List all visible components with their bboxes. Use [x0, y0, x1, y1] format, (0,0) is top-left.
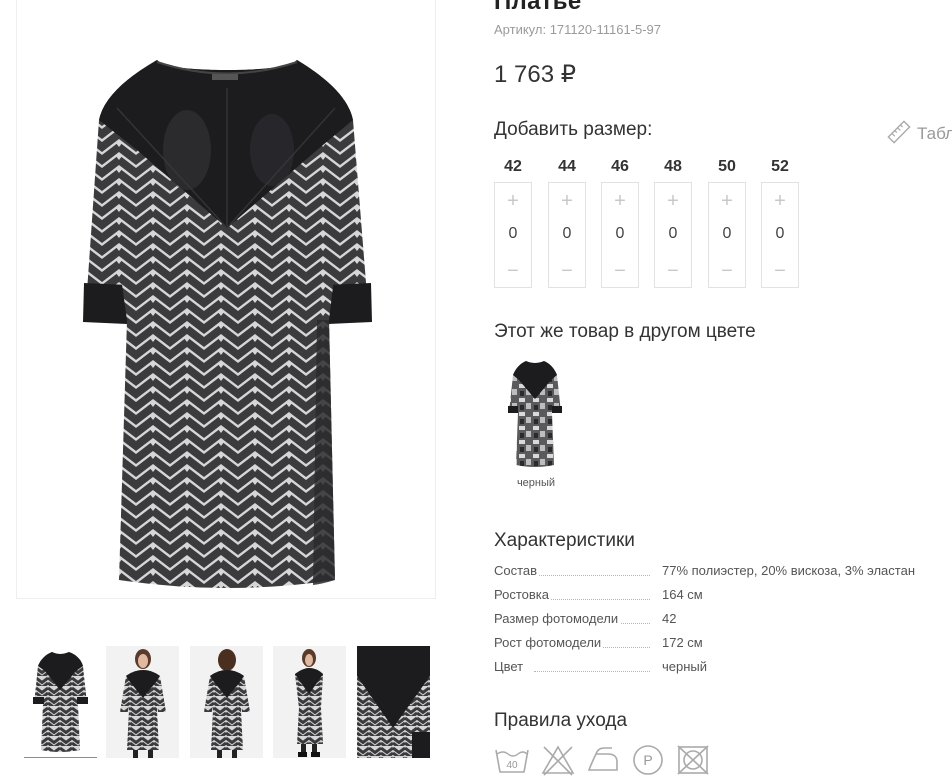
wash-temp: 40: [506, 760, 518, 771]
size-column: 42 + 0 −: [494, 156, 532, 288]
decrement-button[interactable]: −: [495, 261, 531, 281]
thumb-model-front[interactable]: [106, 646, 179, 758]
increment-button[interactable]: +: [709, 191, 745, 211]
color-variant-black[interactable]: черный: [500, 355, 572, 489]
size-column: 44 + 0 −: [548, 156, 586, 288]
color-variant-image: [508, 361, 562, 467]
active-thumb-indicator: [24, 757, 97, 758]
decrement-button[interactable]: −: [762, 261, 798, 281]
size-label: 48: [664, 158, 682, 175]
size-column: 46 + 0 −: [601, 156, 639, 288]
no-tumble-dry-icon: [676, 744, 710, 781]
quantity-value[interactable]: 0: [762, 224, 798, 244]
quantity-stepper: + 0 −: [761, 182, 799, 288]
size-table-label: Табл: [917, 123, 952, 143]
leader-dots: [534, 599, 650, 600]
quantity-value[interactable]: 0: [549, 224, 585, 244]
wash-40-icon: 40: [494, 744, 530, 781]
size-table-link[interactable]: Табл: [887, 120, 952, 149]
product-price: 1 763 ₽: [494, 61, 576, 88]
quantity-value[interactable]: 0: [602, 224, 638, 244]
thumb-model-back[interactable]: [190, 646, 263, 758]
sku-label: Артикул:: [494, 22, 547, 37]
product-sku: Артикул: 171120-11161-5-97: [494, 22, 661, 37]
characteristic-value: 77% полиэстер, 20% вискоза, 3% эластан: [662, 563, 915, 578]
characteristic-key: Цвет: [494, 659, 526, 674]
increment-button[interactable]: +: [549, 191, 585, 211]
other-colors-title: Этот же товар в другом цвете: [494, 321, 756, 342]
characteristic-row: Цвет черный: [494, 659, 944, 683]
care-title: Правила ухода: [494, 710, 628, 731]
quantity-stepper: + 0 −: [708, 182, 746, 288]
size-label: 52: [771, 158, 789, 175]
characteristic-row: Рост фотомодели 172 см: [494, 635, 944, 659]
characteristic-key: Состав: [494, 563, 540, 578]
decrement-button[interactable]: −: [549, 261, 585, 281]
leader-dots: [534, 671, 650, 672]
characteristic-key: Ростовка: [494, 587, 551, 602]
quantity-value[interactable]: 0: [495, 224, 531, 244]
increment-button[interactable]: +: [655, 191, 691, 211]
decrement-button[interactable]: −: [655, 261, 691, 281]
increment-button[interactable]: +: [762, 191, 798, 211]
decrement-button[interactable]: −: [709, 261, 745, 281]
size-label: 42: [504, 158, 522, 175]
main-product-image[interactable]: [16, 0, 436, 599]
quantity-stepper: + 0 −: [654, 182, 692, 288]
size-column: 52 + 0 −: [761, 156, 799, 288]
leader-dots: [534, 575, 650, 576]
characteristics-title: Характеристики: [494, 530, 635, 551]
dryclean-letter: P: [643, 752, 652, 768]
dry-clean-p-icon: P: [632, 744, 664, 781]
size-column: 48 + 0 −: [654, 156, 692, 288]
thumb-model-side[interactable]: [273, 646, 346, 758]
characteristic-key: Рост фотомодели: [494, 635, 604, 650]
quantity-value[interactable]: 0: [655, 224, 691, 244]
quantity-stepper: + 0 −: [548, 182, 586, 288]
characteristic-value: черный: [662, 659, 708, 674]
characteristic-key: Размер фотомодели: [494, 611, 621, 626]
add-size-title: Добавить размер:: [494, 119, 653, 140]
characteristics-list: Состав 77% полиэстер, 20% вискоза, 3% эл…: [494, 563, 944, 683]
thumb-dress-detail[interactable]: [357, 646, 430, 758]
increment-button[interactable]: +: [495, 191, 531, 211]
ruler-icon: [887, 120, 911, 149]
characteristic-value: 172 см: [662, 635, 703, 650]
quantity-stepper: + 0 −: [601, 182, 639, 288]
quantity-stepper: + 0 −: [494, 182, 532, 288]
size-label: 46: [611, 158, 629, 175]
characteristic-row: Состав 77% полиэстер, 20% вискоза, 3% эл…: [494, 563, 944, 587]
characteristic-row: Ростовка 164 см: [494, 587, 944, 611]
no-bleach-icon: [541, 744, 575, 781]
color-variant-name: черный: [516, 477, 556, 489]
characteristic-row: Размер фотомодели 42: [494, 611, 944, 635]
size-label: 44: [558, 158, 576, 175]
size-column: 50 + 0 −: [708, 156, 746, 288]
decrement-button[interactable]: −: [602, 261, 638, 281]
characteristic-value: 164 см: [662, 587, 703, 602]
quantity-value[interactable]: 0: [709, 224, 745, 244]
characteristic-value: 42: [662, 611, 677, 626]
size-label: 50: [718, 158, 736, 175]
iron-icon: [586, 744, 620, 781]
thumb-dress-front[interactable]: [24, 646, 97, 758]
thumbnail-strip: [24, 646, 434, 761]
increment-button[interactable]: +: [602, 191, 638, 211]
sku-value: 171120-11161-5-97: [549, 22, 662, 37]
product-title: Платье: [494, 0, 582, 15]
